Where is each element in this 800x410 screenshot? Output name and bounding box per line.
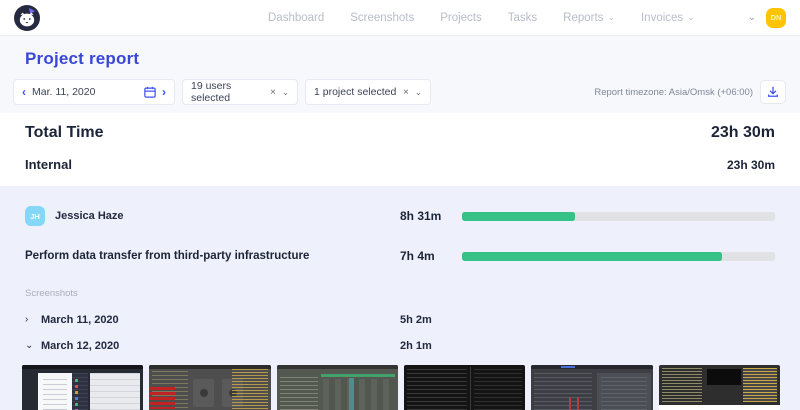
nav-item-reports[interactable]: Reports ⌄: [563, 12, 615, 24]
date-value[interactable]: Mar. 11, 2020: [32, 86, 138, 98]
main-nav: Dashboard Screenshots Projects Tasks Rep…: [268, 12, 695, 24]
chevron-down-icon[interactable]: ⌄: [415, 87, 422, 98]
screenshot-thumbnail[interactable]: [149, 365, 270, 410]
project-filter-select[interactable]: 1 project selected × ⌄: [305, 79, 431, 105]
chevron-down-icon: ⌄: [687, 13, 695, 22]
user-progress-bar: [462, 212, 775, 221]
total-time-label: Total Time: [25, 124, 104, 142]
timezone-note: Report timezone: Asia/Omsk (+06:00): [594, 87, 753, 98]
group-label: Internal: [25, 157, 72, 172]
day-date: March 12, 2020: [41, 340, 119, 352]
account-avatar[interactable]: DN: [766, 8, 786, 28]
task-progress-bar: [462, 252, 775, 261]
download-report-button[interactable]: [760, 80, 786, 104]
task-row: Perform data transfer from third-party i…: [0, 238, 800, 274]
nav-label: Dashboard: [268, 12, 324, 24]
user-time: 8h 31m: [400, 209, 462, 223]
nav-item-screenshots[interactable]: Screenshots: [350, 12, 414, 24]
report-section: JH Jessica Haze 8h 31m Perform data tran…: [0, 186, 800, 410]
users-filter-select[interactable]: 19 users selected × ⌄: [182, 79, 298, 105]
user-row: JH Jessica Haze 8h 31m: [0, 196, 800, 236]
chevron-right-icon[interactable]: ›: [25, 315, 33, 325]
day-time: 2h 1m: [400, 340, 432, 352]
screenshots-label: Screenshots: [0, 274, 800, 307]
total-time-value: 23h 30m: [711, 124, 775, 142]
page-title: Project report: [0, 36, 800, 79]
chevron-down-icon: ⌄: [607, 13, 615, 22]
nav-label: Projects: [440, 12, 482, 24]
nav-label: Reports: [563, 12, 603, 24]
user-name: Jessica Haze: [55, 210, 124, 222]
nav-label: Invoices: [641, 12, 683, 24]
account-menu-chevron-icon[interactable]: ⌄: [748, 12, 756, 23]
group-time-value: 23h 30m: [727, 158, 775, 172]
date-picker[interactable]: ‹ Mar. 11, 2020 ›: [13, 79, 175, 105]
screenshot-thumbnail[interactable]: [531, 365, 652, 410]
screenshot-thumbnail[interactable]: [22, 365, 143, 410]
chevron-down-icon[interactable]: ⌄: [25, 341, 33, 351]
project-filter-value: 1 project selected: [314, 86, 397, 98]
clear-users-icon[interactable]: ×: [270, 87, 276, 98]
day-row-march-11[interactable]: › March 11, 2020 5h 2m: [0, 307, 800, 333]
nav-item-tasks[interactable]: Tasks: [508, 12, 537, 24]
top-navbar: Dashboard Screenshots Projects Tasks Rep…: [0, 0, 800, 36]
chevron-down-icon[interactable]: ⌄: [282, 87, 289, 98]
screenshot-thumbnail[interactable]: [404, 365, 525, 410]
users-filter-value: 19 users selected: [191, 80, 264, 104]
clear-project-icon[interactable]: ×: [403, 87, 409, 98]
next-day-icon[interactable]: ›: [162, 86, 166, 98]
download-icon: [767, 86, 779, 98]
summary-card: Total Time 23h 30m Internal 23h 30m: [0, 113, 800, 186]
day-row-march-12[interactable]: ⌄ March 12, 2020 2h 1m: [0, 333, 800, 359]
day-date: March 11, 2020: [41, 314, 119, 326]
prev-day-icon[interactable]: ‹: [22, 86, 26, 98]
screenshot-thumbnail[interactable]: [659, 365, 780, 410]
nav-item-dashboard[interactable]: Dashboard: [268, 12, 324, 24]
user-avatar: JH: [25, 206, 45, 226]
day-time: 5h 2m: [400, 314, 432, 326]
calendar-icon[interactable]: [144, 86, 156, 98]
user-progress-fill: [462, 212, 575, 221]
task-progress-fill: [462, 252, 722, 261]
screenshot-thumbnails: 00:09 00:13 00:23 00:32: [0, 359, 800, 410]
nav-label: Tasks: [508, 12, 537, 24]
task-time: 7h 4m: [400, 249, 462, 263]
nav-item-invoices[interactable]: Invoices ⌄: [641, 12, 695, 24]
screenshot-thumbnail[interactable]: [277, 365, 398, 410]
app-logo-cat-icon[interactable]: [14, 5, 40, 31]
task-name: Perform data transfer from third-party i…: [25, 250, 309, 262]
nav-label: Screenshots: [350, 12, 414, 24]
nav-item-projects[interactable]: Projects: [440, 12, 482, 24]
filter-bar: ‹ Mar. 11, 2020 › 19 users selected × ⌄ …: [0, 79, 800, 113]
